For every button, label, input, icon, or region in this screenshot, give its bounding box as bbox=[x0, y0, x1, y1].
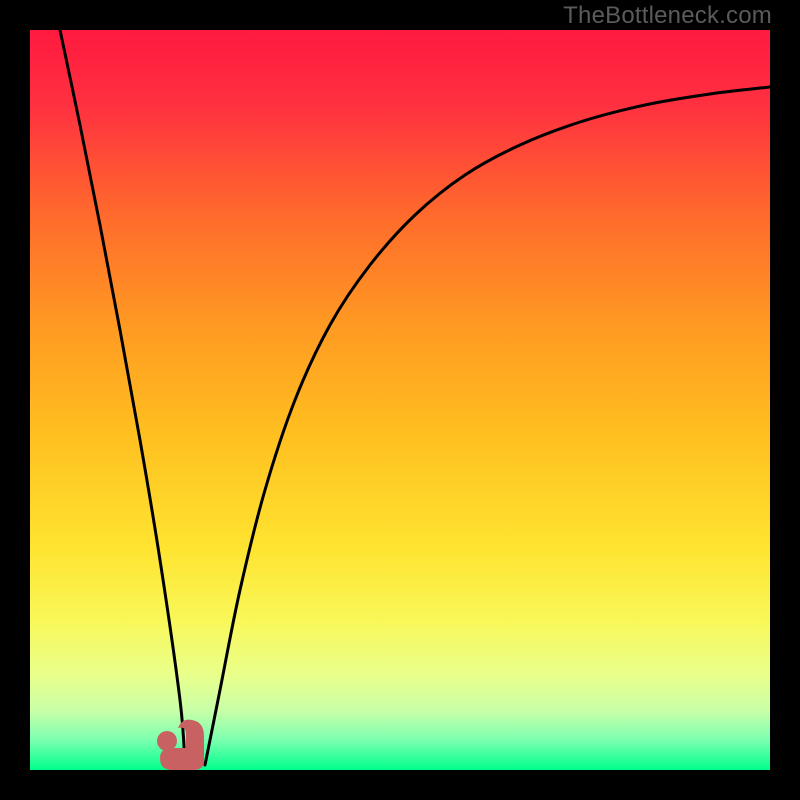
watermark-text: TheBottleneck.com bbox=[563, 2, 772, 30]
plot-area bbox=[30, 30, 770, 770]
chart-svg bbox=[30, 30, 770, 770]
chart-frame: TheBottleneck.com bbox=[0, 0, 800, 800]
gradient-background bbox=[30, 30, 770, 770]
marker-dot-icon bbox=[157, 731, 177, 751]
